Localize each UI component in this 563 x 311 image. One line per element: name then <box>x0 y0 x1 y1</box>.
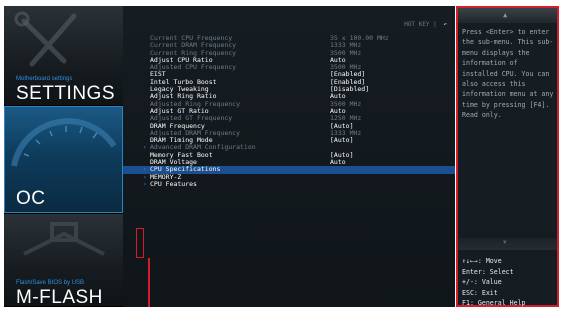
setting-value[interactable]: [Auto] <box>330 136 353 144</box>
oc-panel[interactable]: OC <box>4 106 123 214</box>
settings-list: Current CPU Frequency 35 x 100.00 MHz Curr… <box>123 34 455 188</box>
help-text: Press <Enter> to enter the sub-menu. Thi… <box>462 28 558 120</box>
key-legend-item: Enter: Select <box>462 267 514 276</box>
settings-panel[interactable]: Motherboard settings SETTINGS <box>4 6 123 106</box>
scroll-down-handle[interactable]: ▼ <box>458 238 557 250</box>
hotkey-label[interactable]: HOT KEY <box>404 21 429 28</box>
setting-label: CPU Features <box>150 179 197 188</box>
key-legend-item: ↑↓←→: Move <box>462 257 502 265</box>
scroll-up-handle[interactable]: ▲ <box>458 8 557 23</box>
scroll-up-icon[interactable]: ▲ <box>503 11 507 19</box>
settings-title: SETTINGS <box>16 83 116 104</box>
key-legend-item: F1: General Help <box>462 299 526 308</box>
mflash-panel[interactable]: Flash/Save BIOS by USB M-FLASH <box>4 214 123 307</box>
setting-row[interactable]: › CPU Features <box>123 179 455 188</box>
key-legend-item: ESC: Exit <box>462 288 498 297</box>
submenu-arrow-icon: › <box>143 144 147 152</box>
help-panel: ▲ Press <Enter> to enter the sub-menu. T… <box>456 6 559 307</box>
highlight-line <box>148 258 150 307</box>
submenu-arrow-icon: › <box>143 173 147 181</box>
mflash-subtitle: Flash/Save BIOS by USB <box>16 280 85 286</box>
setting-value[interactable]: Auto <box>330 158 346 166</box>
submenu-arrow-icon: › <box>143 180 147 188</box>
sidebar: Motherboard settings SETTINGS OC Flash/S… <box>4 6 123 307</box>
hotkey-divider: | <box>433 21 437 28</box>
highlight-box <box>136 228 144 258</box>
setting-row: Adjusted CPU Frequency 3500 MHz <box>123 63 455 71</box>
key-legend-item: +/-: Value <box>462 278 502 287</box>
oc-title: OC <box>16 188 46 209</box>
submenu-arrow-icon: › <box>143 166 147 174</box>
settings-main: HOT KEY | ↶ Current CPU Frequency 35 x 10… <box>123 6 455 307</box>
mflash-title: M-FLASH <box>16 287 103 307</box>
hotkey-bar[interactable]: HOT KEY | ↶ <box>404 21 447 28</box>
settings-subtitle: Motherboard settings <box>16 76 73 82</box>
key-legend: ↑↓←→: Move Enter: Select +/-: Value ESC: Ex… <box>462 256 555 309</box>
back-arrow-icon[interactable]: ↶ <box>443 21 447 28</box>
scroll-down-icon[interactable]: ▼ <box>503 239 507 246</box>
